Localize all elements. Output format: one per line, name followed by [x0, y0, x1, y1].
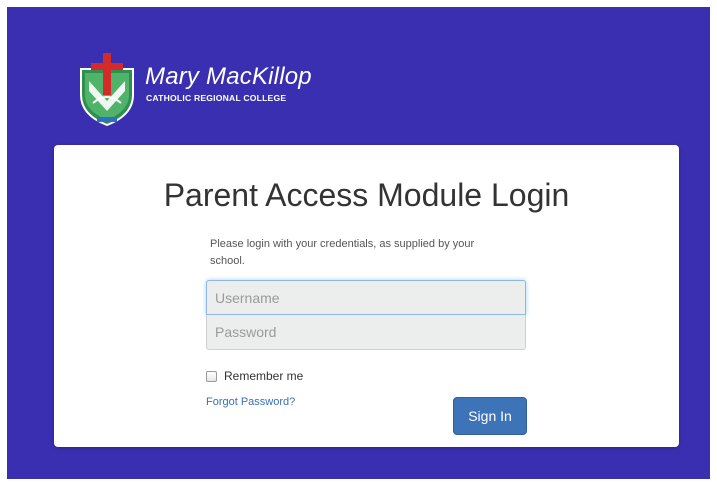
login-card: Parent Access Module Login Please login …	[54, 145, 679, 447]
page-title: Parent Access Module Login	[163, 177, 570, 213]
username-input[interactable]	[206, 280, 526, 315]
school-logo: Mary MacKillop CATHOLIC REGIONAL COLLEGE	[77, 51, 337, 131]
remember-me-checkbox[interactable]	[206, 370, 217, 382]
login-instructions: Please login with your credentials, as s…	[210, 238, 475, 267]
school-subtitle: CATHOLIC REGIONAL COLLEGE	[146, 93, 287, 103]
remember-me-label: Remember me	[224, 369, 304, 383]
school-name: Mary MacKillop	[145, 63, 312, 90]
sign-in-button[interactable]: Sign In	[453, 397, 527, 435]
remember-me[interactable]: Remember me	[206, 369, 303, 383]
forgot-password-link[interactable]: Forgot Password?	[206, 396, 295, 408]
page-background: Mary MacKillop CATHOLIC REGIONAL COLLEGE…	[7, 7, 710, 479]
password-input[interactable]	[206, 315, 526, 350]
school-crest-icon	[80, 53, 134, 127]
